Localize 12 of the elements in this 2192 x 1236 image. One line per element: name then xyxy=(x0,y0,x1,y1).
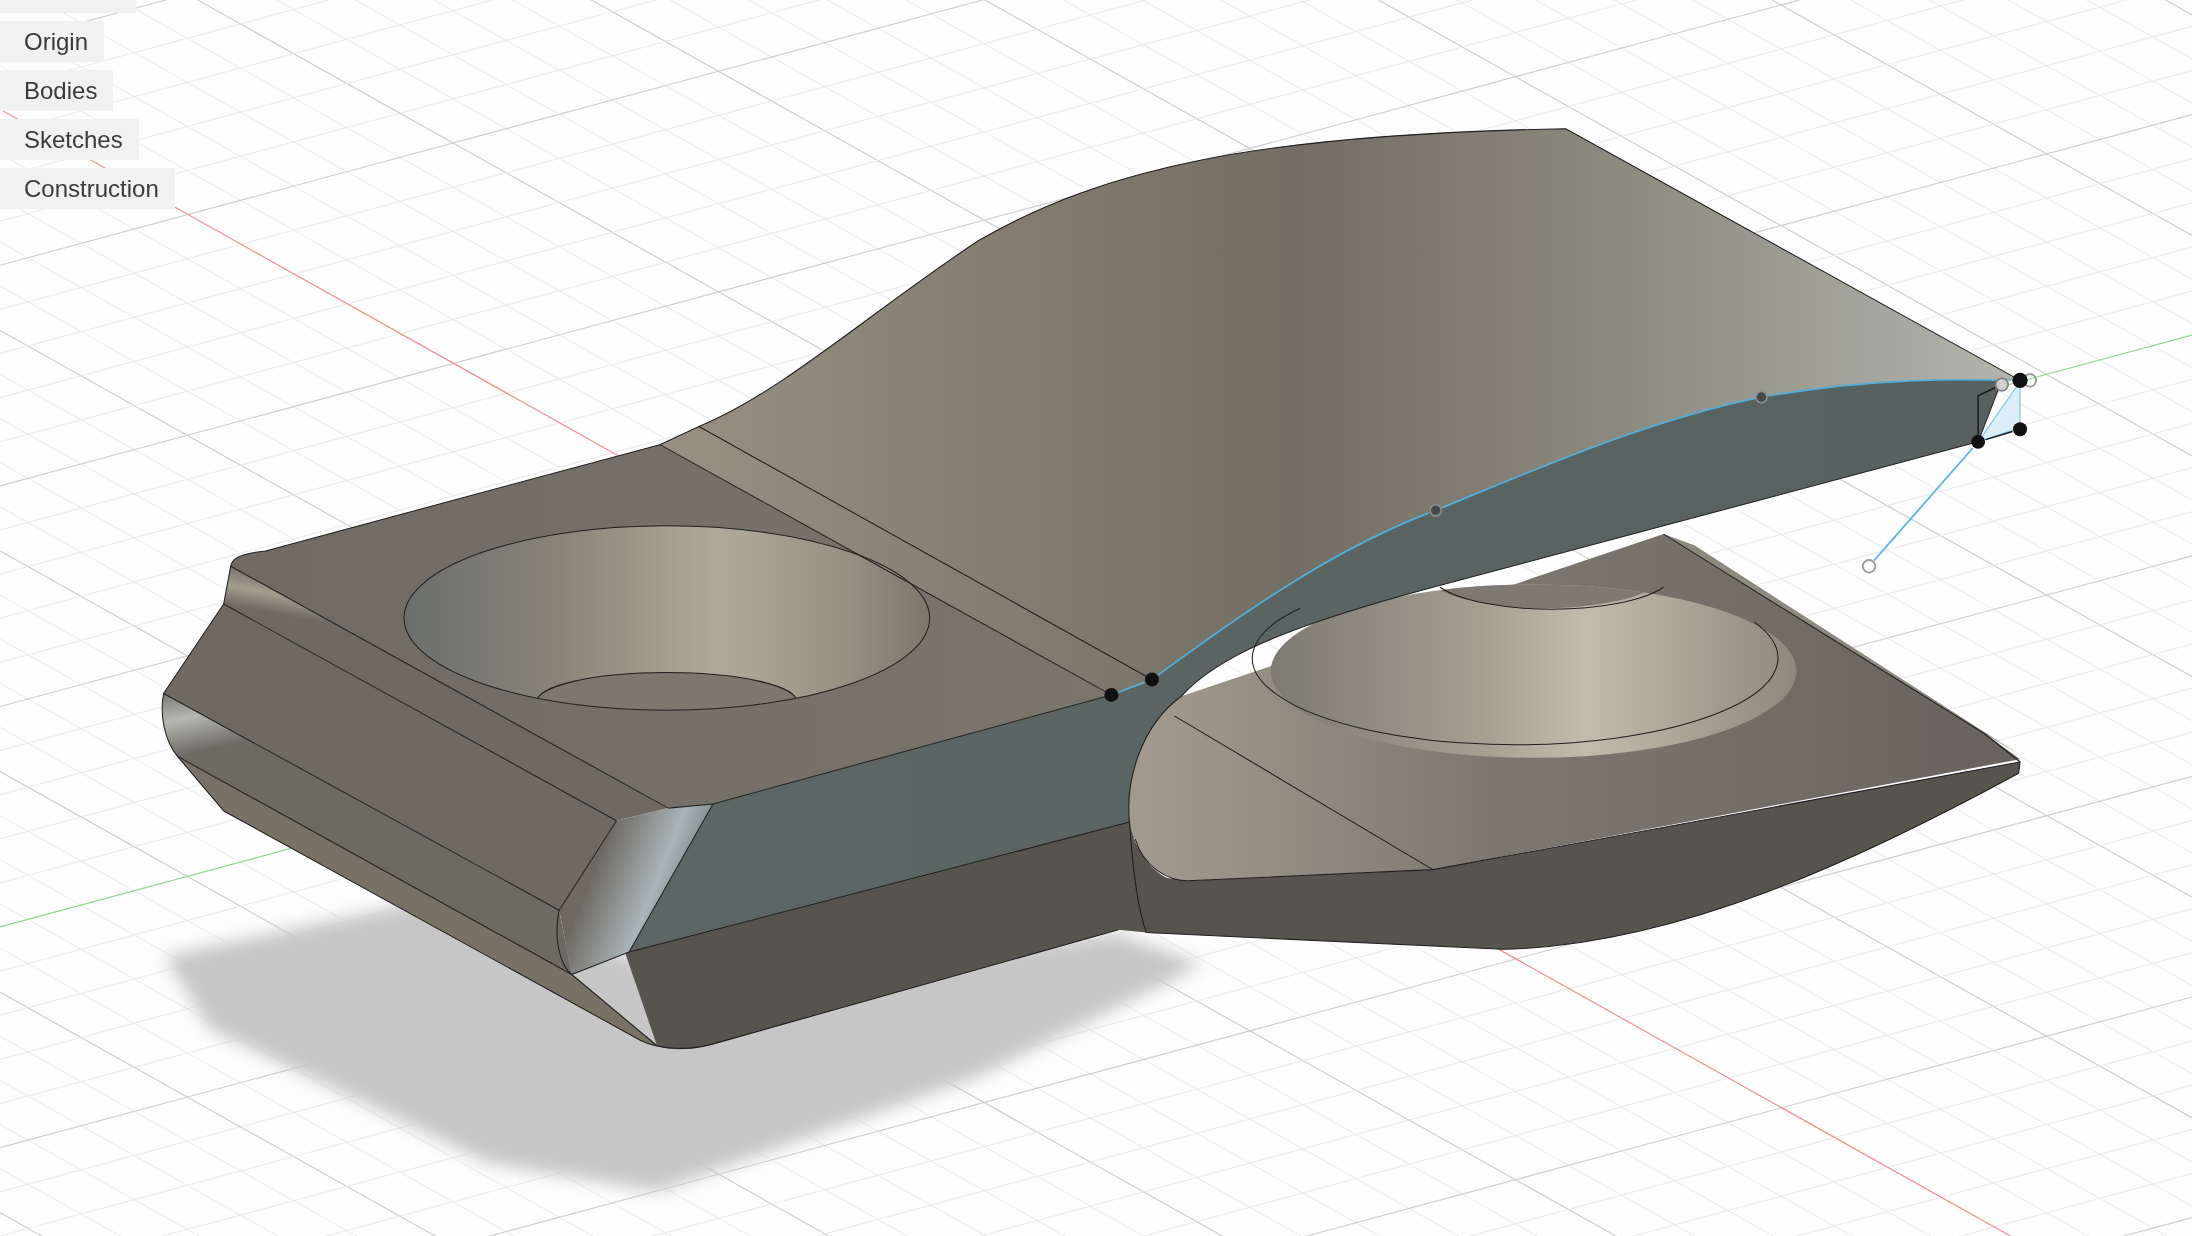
sketch-line[interactable] xyxy=(1977,387,1996,436)
browser-node[interactable]: Sketches xyxy=(0,119,139,160)
handle-point-icon[interactable] xyxy=(1861,559,1877,574)
control-point-icon[interactable] xyxy=(2013,422,2028,437)
browser-node[interactable]: Bodies xyxy=(0,70,114,111)
handle-point-icon[interactable] xyxy=(1994,377,2009,392)
sketch-line[interactable] xyxy=(1984,430,2014,441)
control-point-icon[interactable] xyxy=(2012,372,2028,389)
browser-node[interactable]: Origin xyxy=(0,21,105,62)
tangent-handle-line[interactable] xyxy=(1873,447,1974,562)
browser-node[interactable]: Construction xyxy=(0,168,175,209)
control-point-icon[interactable] xyxy=(1971,434,1986,449)
